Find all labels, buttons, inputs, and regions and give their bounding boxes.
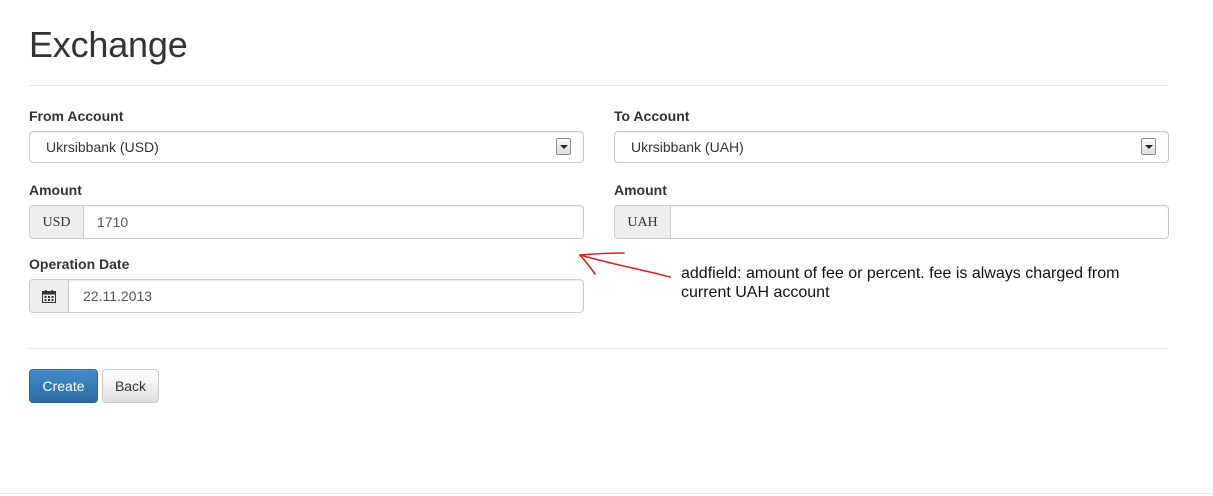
header-divider <box>29 85 1168 86</box>
amount-from-input[interactable]: 1710 <box>97 214 128 230</box>
currency-addon-text: UAH <box>627 215 658 230</box>
page-title: Exchange <box>29 24 188 65</box>
to-account-select[interactable]: Ukrsibbank (UAH) <box>614 131 1169 163</box>
annotation-arrow-icon <box>579 252 671 278</box>
from-account-value: Ukrsibbank (USD) <box>46 139 159 155</box>
currency-addon-uah: UAH <box>615 206 671 238</box>
amount-to-input-group: UAH <box>614 205 1169 239</box>
from-account-select[interactable]: Ukrsibbank (USD) <box>29 131 584 163</box>
operation-date-input-group: 22.11.2013 <box>29 279 584 313</box>
annotation-note: addfield: amount of fee or percent. fee … <box>681 265 1120 301</box>
currency-addon-text: USD <box>42 215 71 230</box>
amount-to-label: Amount <box>614 182 667 198</box>
amount-from-input-group: USD 1710 <box>29 205 584 239</box>
to-account-label: To Account <box>614 108 690 124</box>
to-account-value: Ukrsibbank (UAH) <box>631 139 744 155</box>
currency-addon-usd: USD <box>30 206 84 238</box>
form-divider <box>29 348 1168 349</box>
from-account-label: From Account <box>29 108 124 124</box>
amount-from-label: Amount <box>29 182 82 198</box>
operation-date-input[interactable]: 22.11.2013 <box>83 288 152 304</box>
calendar-icon[interactable] <box>42 290 56 303</box>
chevron-down-icon[interactable] <box>1141 138 1156 155</box>
operation-date-label: Operation Date <box>29 256 130 272</box>
chevron-down-icon[interactable] <box>556 138 571 155</box>
back-button[interactable]: Back <box>102 369 159 403</box>
page-bottom-border <box>0 493 1213 494</box>
create-button[interactable]: Create <box>29 369 98 403</box>
calendar-addon[interactable] <box>30 280 69 312</box>
